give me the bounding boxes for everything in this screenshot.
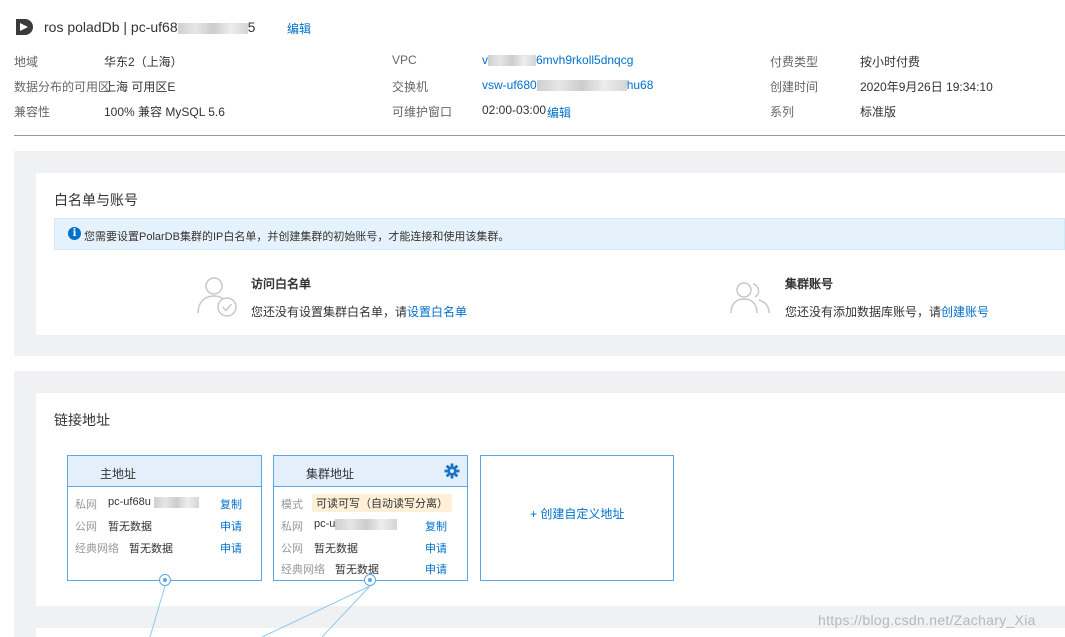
watermark: https://blog.csdn.net/Zachary_Xia: [818, 612, 1036, 628]
main-address-node: [159, 574, 171, 586]
topology-connectors: [149, 585, 371, 637]
cluster-address-node: [364, 574, 376, 586]
